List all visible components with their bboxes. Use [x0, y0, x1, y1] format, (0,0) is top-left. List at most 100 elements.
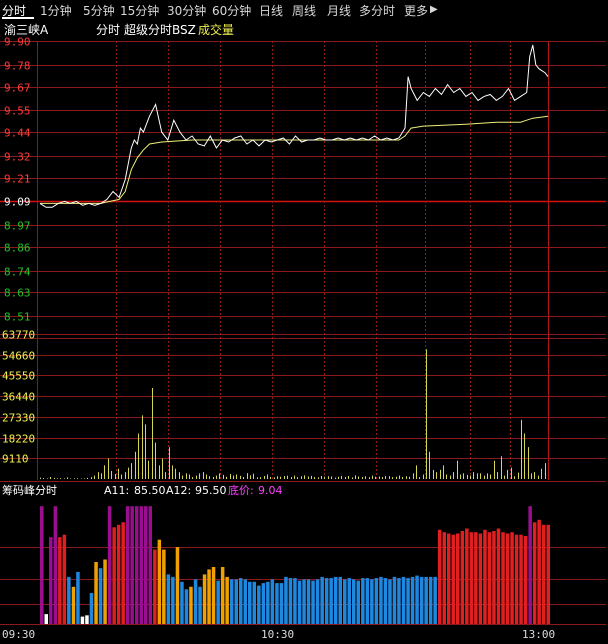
chip-bar [144, 506, 148, 624]
chip-bar [220, 567, 225, 624]
chip-bar [343, 579, 347, 624]
volume-axis-label-6: 9110 [2, 453, 29, 466]
price-axis-label-3: 9.55 [4, 105, 31, 118]
chip-bar [261, 583, 266, 624]
chip-bar [469, 532, 474, 624]
price-axis-label-0: 9.90 [4, 36, 31, 49]
chip-bar [103, 559, 107, 624]
a12-value: 95.50 [195, 484, 227, 497]
chip-bar [80, 616, 85, 624]
price-axis-label-11: 8.63 [4, 287, 31, 300]
chip-bar [333, 576, 338, 624]
chip-bar [229, 579, 234, 624]
chip-bar [116, 524, 121, 624]
chip-bar [125, 506, 130, 624]
chip-bar [315, 579, 320, 624]
chip-bar [546, 524, 550, 624]
chip-bar [98, 568, 103, 624]
chip-bar [211, 567, 216, 624]
chip-bar [157, 539, 162, 624]
chip-bar [40, 506, 44, 624]
chip-bar [514, 534, 519, 624]
chip-bar [53, 506, 58, 624]
chip-bar [501, 532, 505, 624]
floor-price-value: 9.04 [258, 484, 283, 497]
chip-bar [447, 533, 451, 624]
time-axis-label-0: 09:30 [2, 628, 35, 641]
chip-bar [162, 549, 166, 624]
chip-bar [361, 578, 365, 624]
chart-area[interactable]: 9.90 9.78 9.67 9.55 9.44 9.32 9.21 9.09 8.97 8.86… [0, 0, 608, 644]
chip-bar [474, 532, 478, 624]
chip-bar [252, 581, 256, 624]
chip-bar [451, 534, 455, 624]
chip-bar [487, 532, 492, 624]
time-axis-label-2: 13:00 [522, 628, 555, 641]
chip-bar [406, 578, 410, 624]
chip-bar [175, 547, 180, 624]
chip-bar [442, 532, 446, 624]
chip-bar [460, 531, 465, 624]
chip-bar [67, 576, 71, 624]
floor-price-label: 底价: [228, 483, 254, 497]
volume-axis-label-4: 27330 [2, 412, 35, 425]
chip-bar [207, 569, 211, 624]
chip-bar [248, 581, 252, 624]
price-axis-label-6: 9.21 [4, 173, 31, 186]
chip-bar [153, 549, 157, 624]
chip-bar [437, 529, 442, 624]
chip-bar [166, 574, 171, 624]
chip-bar [288, 578, 293, 624]
chip-bar [324, 578, 329, 624]
chip-bar [496, 528, 501, 624]
chip-bar [537, 519, 541, 624]
chip-bar [397, 578, 401, 624]
chip-bar [392, 576, 397, 624]
price-axis-label-4: 9.44 [4, 127, 31, 140]
chip-bar [483, 529, 487, 624]
chip-bar [365, 578, 370, 624]
chip-bar [89, 593, 94, 624]
price-axis-label-12: 8.51 [4, 311, 31, 324]
chip-bar [528, 506, 532, 624]
chip-bar [419, 576, 424, 624]
chip-bar [62, 534, 67, 624]
chip-bar [76, 571, 80, 624]
chip-bar [279, 583, 284, 624]
a12-label: A12: [166, 484, 191, 497]
volume-axis-label-2: 45550 [2, 370, 35, 383]
chip-bar [202, 574, 207, 624]
a11-value: 85.50 [134, 484, 166, 497]
chip-bar [320, 576, 324, 624]
chip-bar [266, 581, 270, 624]
chip-bar [130, 506, 134, 624]
chip-bar [270, 579, 275, 624]
chip-bar [284, 576, 288, 624]
chip-bar [148, 506, 152, 624]
chip-bar [352, 579, 356, 624]
chip-bar [379, 576, 383, 624]
chip-bar [401, 576, 406, 624]
price-axis-label-10: 8.74 [4, 266, 31, 279]
chip-bar [44, 614, 48, 624]
chip-bar [519, 534, 523, 624]
chip-bar [311, 580, 315, 624]
chip-bar [456, 533, 460, 624]
a11-label: A11: [104, 484, 129, 497]
chip-bar [370, 579, 374, 624]
chip-bar [410, 576, 415, 624]
chip-bar [356, 580, 360, 624]
chip-bar [94, 562, 98, 624]
chip-panel-title: 筹码峰分时 [2, 483, 57, 497]
chip-bar [225, 576, 229, 624]
chip-bar [58, 537, 62, 624]
chip-bar [374, 578, 379, 624]
chip-bar [478, 533, 483, 624]
chip-bar [306, 579, 311, 624]
chip-bar [139, 506, 143, 624]
chip-bar [198, 586, 202, 624]
price-axis-label-8: 8.97 [4, 220, 31, 233]
chip-bar [293, 578, 297, 624]
volume-axis-label-1: 54660 [2, 350, 35, 363]
chip-bar [383, 578, 388, 624]
